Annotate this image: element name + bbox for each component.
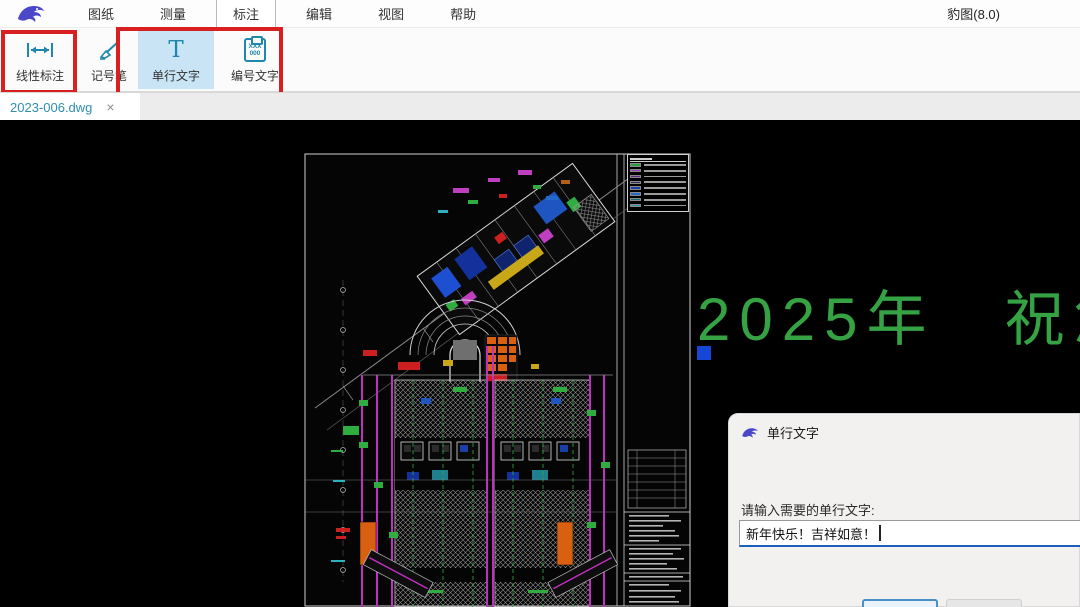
dialog-title: 单行文字 <box>767 423 819 442</box>
single-line-text-dialog: 单行文字 请输入需要的单行文字: 新年快乐！吉祥如意！ <box>728 413 1080 607</box>
linear-dimension-label: 线性标注 <box>16 67 64 84</box>
single-line-text-input[interactable]: 新年快乐！吉祥如意！ <box>739 520 1080 547</box>
menu-item-annotate[interactable]: 标注 <box>216 0 276 28</box>
marker-pen-button[interactable]: 记号笔 <box>84 31 134 89</box>
legend-rows <box>630 162 686 208</box>
dialog-prompt-label: 请输入需要的单行文字: <box>741 500 875 519</box>
toolbar: 线性标注 记号笔 T 单行文字 XXX 000 编号文字 <box>0 28 1080 92</box>
tab-bar: 2023-006.dwg × <box>0 92 1080 120</box>
numbered-text-label: 编号文字 <box>231 67 279 84</box>
menu-item-measure[interactable]: 测量 <box>144 0 202 27</box>
app-title: 豹图(8.0) <box>947 4 1000 23</box>
linear-dimension-button[interactable]: 线性标注 <box>8 31 72 89</box>
menu-item-drawing[interactable]: 图纸 <box>72 0 130 27</box>
dialog-title-bar[interactable]: 单行文字 <box>729 414 1079 451</box>
numbered-text-button[interactable]: XXX 000 编号文字 <box>222 31 288 89</box>
drawing-legend <box>627 154 689 212</box>
cad-drawing-sheet <box>303 150 693 607</box>
single-line-text-label: 单行文字 <box>152 67 200 84</box>
linear-dimension-icon <box>25 37 55 63</box>
marker-pen-label: 记号笔 <box>91 67 127 84</box>
text-insertion-marker <box>697 346 711 360</box>
dialog-cancel-button[interactable] <box>946 599 1022 607</box>
leopard-logo-icon <box>16 3 46 25</box>
tab-file-name: 2023-006.dwg <box>10 100 92 115</box>
menu-item-help[interactable]: 帮助 <box>434 0 492 27</box>
single-line-text-icon: T <box>168 37 183 63</box>
input-value: 新年快乐！吉祥如意！ <box>746 524 876 543</box>
marker-pen-icon <box>97 37 121 63</box>
single-line-text-button[interactable]: T 单行文字 <box>138 31 214 89</box>
menu-item-view[interactable]: 视图 <box>362 0 420 27</box>
cad-greeting-text: 2025年 祝您 <box>697 290 1080 350</box>
legend-row <box>630 203 686 209</box>
menu-bar: 图纸 测量 标注 编辑 视图 帮助 豹图(8.0) <box>0 0 1080 28</box>
numbered-text-icon: XXX 000 <box>244 37 266 63</box>
text-caret <box>879 525 881 541</box>
tab-close-icon[interactable]: × <box>106 100 114 114</box>
dialog-ok-button[interactable] <box>862 599 938 607</box>
menu-item-edit[interactable]: 编辑 <box>290 0 348 27</box>
tab-dwg-file[interactable]: 2023-006.dwg × <box>0 93 140 121</box>
cad-plan-svg <box>303 150 693 607</box>
dialog-leopard-icon <box>741 426 759 440</box>
